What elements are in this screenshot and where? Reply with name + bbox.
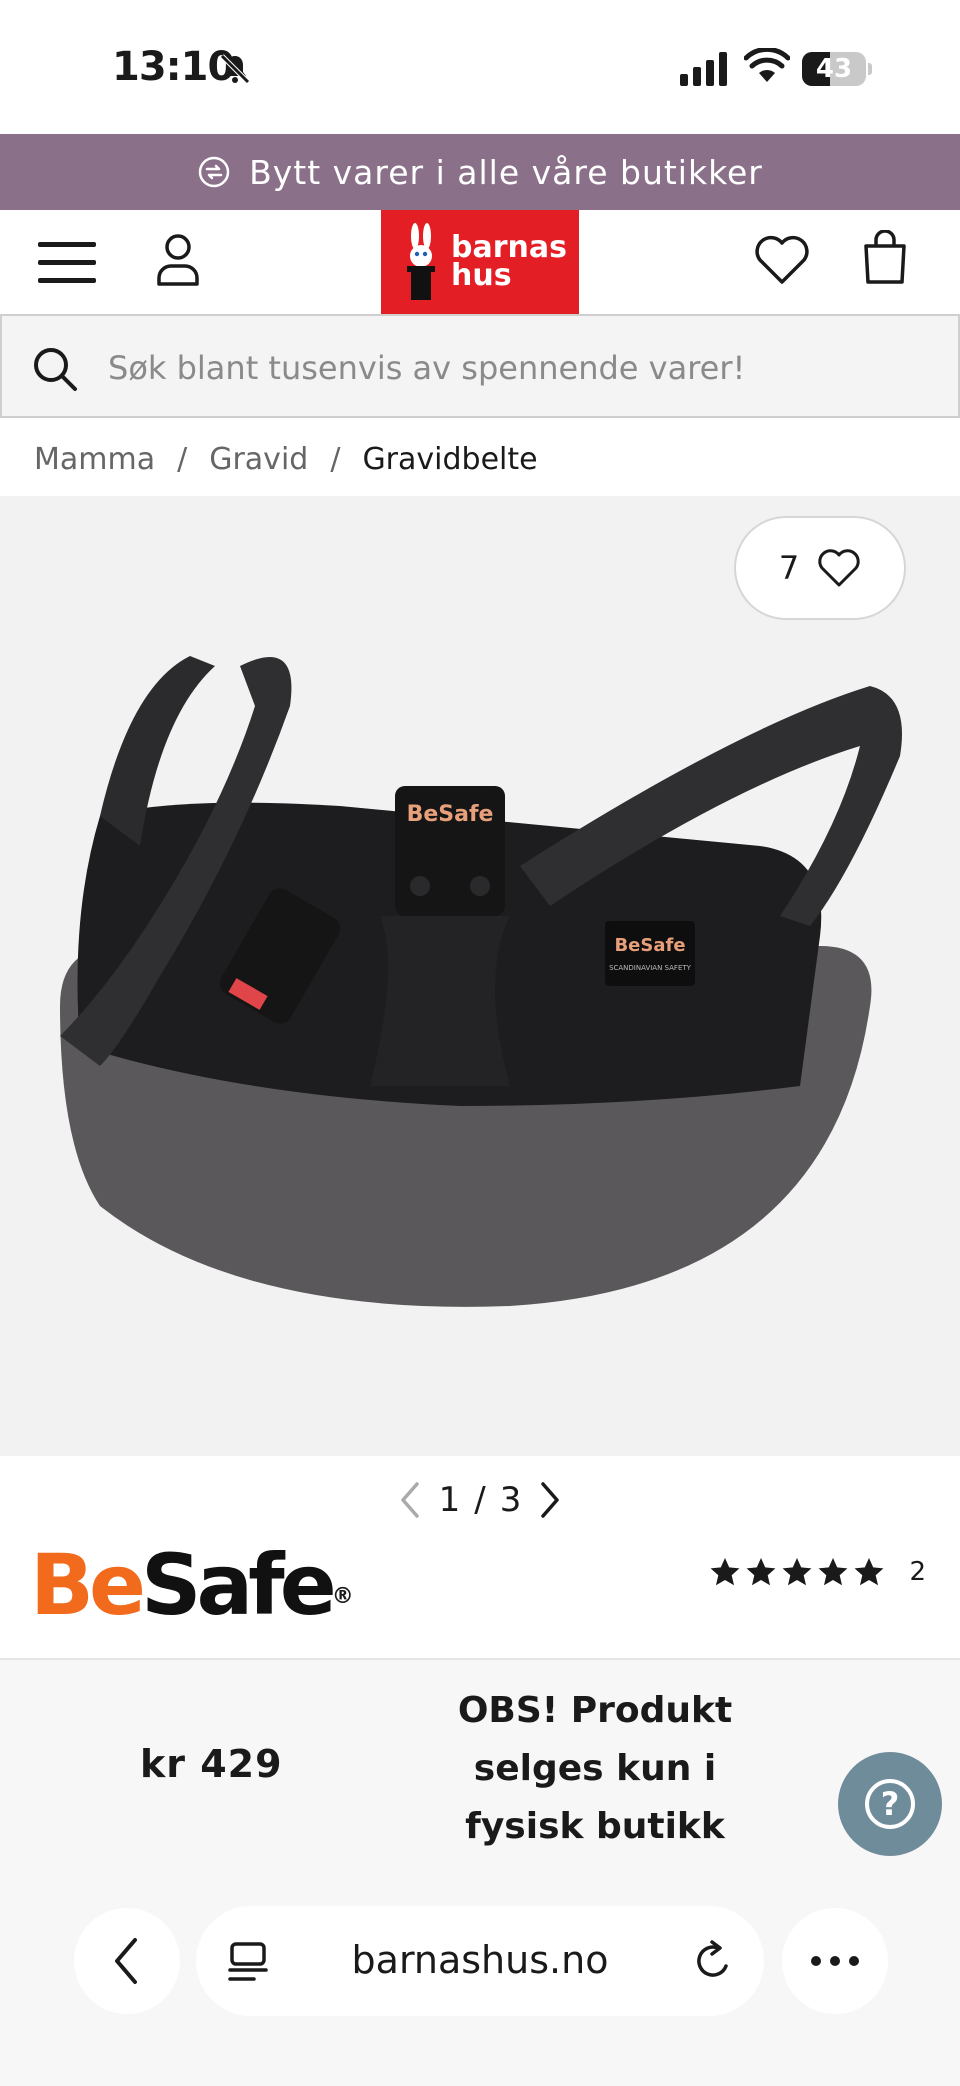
heart-icon[interactable] xyxy=(754,234,810,286)
breadcrumb-separator: / xyxy=(177,441,188,477)
store-only-notice: OBS! Produkt selges kun i fysisk butikk xyxy=(457,1690,733,1847)
menu-icon[interactable] xyxy=(38,240,96,286)
heart-icon xyxy=(818,549,860,587)
breadcrumb-item-gravid[interactable]: Gravid xyxy=(209,442,308,477)
url-text: barnashus.no xyxy=(351,1938,609,1982)
logo-text: barnas hus xyxy=(451,230,567,293)
user-icon[interactable] xyxy=(156,232,200,288)
signal-icon xyxy=(680,52,727,86)
image-sub-label: SCANDINAVIAN SAFETY xyxy=(609,964,692,972)
pager-current: 1 xyxy=(438,1480,461,1520)
product-rating[interactable]: 2 xyxy=(709,1556,926,1588)
star-icon xyxy=(747,1558,776,1586)
exchange-icon xyxy=(198,156,230,188)
browser-toolbar: barnashus.no xyxy=(0,1872,960,2086)
pager-separator: / xyxy=(474,1480,486,1520)
product-gallery[interactable]: 7 BeSafe BeSafe SCANDINAVIAN SAFETY xyxy=(0,496,960,1456)
site-logo[interactable]: barnas hus xyxy=(381,210,579,314)
status-time: 13:10 xyxy=(112,44,235,90)
star-icon xyxy=(711,1558,740,1586)
promo-text: Bytt varer i alle våre butikker xyxy=(249,152,763,192)
chevron-left-icon[interactable] xyxy=(395,1480,425,1520)
battery-level: 43 xyxy=(815,54,853,84)
battery-icon: 43 xyxy=(802,52,872,86)
chevron-left-icon xyxy=(115,1938,137,1984)
reload-icon[interactable] xyxy=(692,1938,736,1984)
star-icon xyxy=(819,1558,848,1586)
breadcrumb-item-mamma[interactable]: Mamma xyxy=(34,442,155,477)
back-button[interactable] xyxy=(74,1908,180,2014)
favorite-count: 7 xyxy=(778,549,800,587)
help-button[interactable]: ? xyxy=(838,1752,942,1856)
breadcrumb: Mamma / Gravid / Gravidbelte xyxy=(34,436,538,482)
search-icon[interactable] xyxy=(32,346,78,392)
chevron-right-icon[interactable] xyxy=(535,1480,565,1520)
breadcrumb-item-current: Gravidbelte xyxy=(362,441,538,477)
star-icon xyxy=(783,1558,812,1586)
bag-icon[interactable] xyxy=(862,230,908,286)
image-brand-label-2: BeSafe xyxy=(614,935,685,956)
price: kr 429 xyxy=(140,1742,283,1786)
bell-slash-icon xyxy=(220,54,250,84)
review-count: 2 xyxy=(909,1557,926,1587)
site-header: barnas hus xyxy=(0,210,960,314)
product-title-peek xyxy=(38,1640,938,1660)
address-bar[interactable]: barnashus.no xyxy=(196,1906,764,2016)
more-icon xyxy=(811,1956,859,1966)
more-button[interactable] xyxy=(782,1908,888,2014)
product-image: BeSafe BeSafe SCANDINAVIAN SAFETY xyxy=(60,656,902,1307)
breadcrumb-separator: / xyxy=(330,441,341,477)
bunny-hat-icon xyxy=(407,223,435,300)
help-icon: ? xyxy=(865,1779,915,1829)
star-icon xyxy=(855,1558,884,1586)
status-bar: 13:10 43 xyxy=(0,0,960,134)
gallery-pager: 1 / 3 xyxy=(0,1470,960,1530)
promo-banner[interactable]: Bytt varer i alle våre butikker xyxy=(0,134,960,210)
favorite-button[interactable]: 7 xyxy=(734,516,906,620)
pager-total: 3 xyxy=(499,1480,522,1520)
search-input[interactable] xyxy=(108,344,928,392)
image-brand-label: BeSafe xyxy=(407,802,494,827)
search-bar xyxy=(0,314,960,418)
purchase-bar: kr 429 OBS! Produkt selges kun i fysisk … xyxy=(0,1658,960,1872)
wifi-icon xyxy=(744,48,790,82)
brand-logo[interactable]: BeSafe® xyxy=(30,1540,354,1630)
